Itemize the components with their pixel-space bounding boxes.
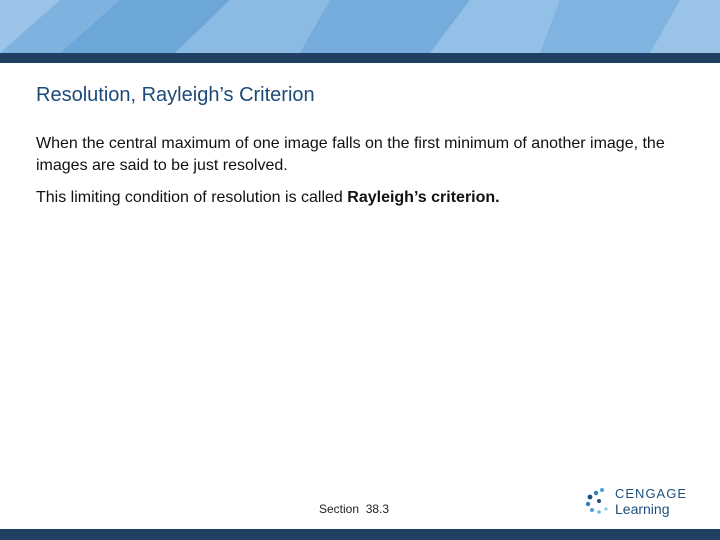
logo-line2: Learning	[615, 501, 670, 517]
paragraph-criterion: This limiting condition of resolution is…	[36, 187, 686, 209]
cengage-mark-icon	[585, 488, 608, 514]
rayleigh-criterion-term: Rayleigh’s criterion.	[347, 189, 500, 206]
slide-body: When the central maximum of one image fa…	[36, 133, 686, 219]
logo-line1: CENGAGE	[615, 486, 688, 501]
cengage-logo: CENGAGE Learning	[585, 486, 695, 518]
paragraph-resolved: When the central maximum of one image fa…	[36, 135, 665, 174]
header-band	[0, 0, 720, 53]
slide-title: Resolution, Rayleigh’s Criterion	[36, 84, 315, 106]
paragraph-criterion-text: This limiting condition of resolution is…	[36, 189, 348, 206]
header-pattern	[0, 0, 720, 53]
header-bar	[0, 53, 720, 63]
section-label: Section 38.3	[319, 502, 390, 516]
footer-bar	[0, 529, 720, 540]
